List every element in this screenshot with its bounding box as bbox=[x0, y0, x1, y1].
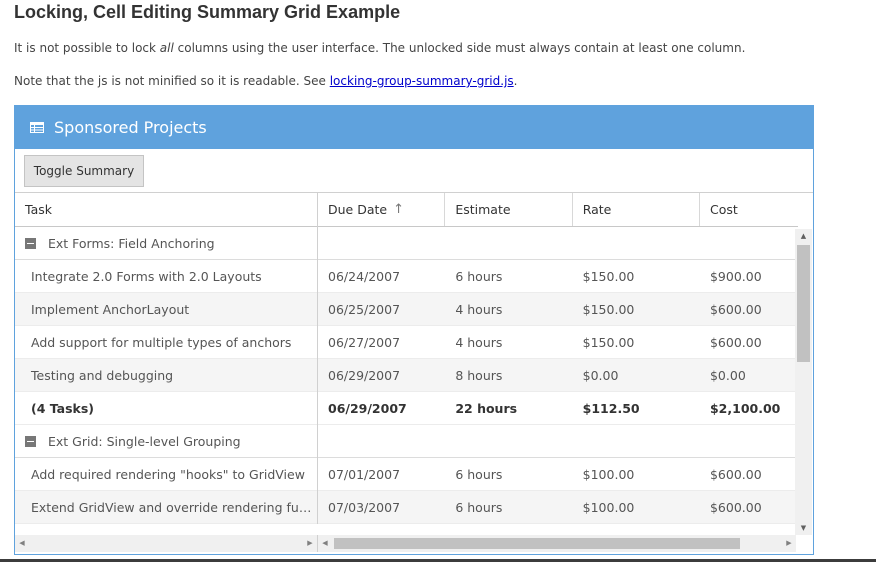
table-row[interactable]: Add required rendering "hooks" to GridVi… bbox=[15, 458, 317, 491]
grid-icon bbox=[30, 122, 44, 133]
table-row[interactable]: 07/03/2007 6 hours $100.00 $600.00 bbox=[318, 491, 798, 524]
estimate-cell[interactable]: 4 hours bbox=[445, 335, 572, 350]
toggle-summary-button[interactable]: Toggle Summary bbox=[24, 155, 144, 187]
group-header-ext-grid[interactable]: Ext Grid: Single-level Grouping bbox=[15, 425, 317, 458]
task-cell[interactable]: Add support for multiple types of anchor… bbox=[15, 335, 317, 350]
scroll-right-icon[interactable]: ▶ bbox=[303, 535, 317, 552]
task-cell[interactable]: Implement AnchorLayout bbox=[15, 302, 317, 317]
task-cell[interactable]: Testing and debugging bbox=[15, 368, 317, 383]
panel-title: Sponsored Projects bbox=[54, 118, 207, 137]
vertical-scrollbar[interactable]: ▲ ▼ bbox=[795, 229, 812, 535]
column-header-cost[interactable]: Cost bbox=[700, 193, 798, 226]
cost-cell: $600.00 bbox=[709, 499, 762, 515]
column-header-rate[interactable]: Rate bbox=[573, 193, 701, 226]
summary-row: (4 Tasks) bbox=[15, 392, 317, 425]
scrollable-columns: Due Date ↑ Estimate Rate Cost 06/24/2007 … bbox=[318, 193, 798, 524]
source-file-link[interactable]: locking-group-summary-grid.js bbox=[330, 74, 514, 88]
horizontal-scrollbar[interactable]: ◀ ▶ bbox=[318, 535, 796, 552]
description-source: Note that the js is not minified so it i… bbox=[14, 74, 518, 88]
scroll-left-icon[interactable]: ◀ bbox=[15, 535, 29, 552]
cost-cell: $0.00 bbox=[709, 367, 746, 383]
description-lock: It is not possible to lock all columns u… bbox=[14, 41, 746, 55]
due-date-cell[interactable]: 06/29/2007 bbox=[318, 368, 445, 383]
estimate-cell[interactable]: 8 hours bbox=[445, 368, 572, 383]
estimate-cell[interactable]: 6 hours bbox=[445, 269, 572, 284]
column-header-task[interactable]: Task bbox=[15, 193, 317, 226]
table-row[interactable]: 06/25/2007 4 hours $150.00 $600.00 bbox=[318, 293, 798, 326]
scroll-up-icon[interactable]: ▲ bbox=[795, 229, 812, 243]
group-header-ext-forms[interactable]: Ext Forms: Field Anchoring bbox=[15, 227, 317, 260]
table-row[interactable]: 07/01/2007 6 hours $100.00 $600.00 bbox=[318, 458, 798, 491]
grid-toolbar: Toggle Summary bbox=[15, 149, 813, 193]
panel-header: Sponsored Projects bbox=[15, 106, 813, 149]
due-date-cell[interactable]: 06/27/2007 bbox=[318, 335, 445, 350]
table-row[interactable]: Integrate 2.0 Forms with 2.0 Layouts bbox=[15, 260, 317, 293]
group-name: Ext Grid: Single-level Grouping bbox=[48, 433, 241, 449]
rate-cell[interactable]: $100.00 bbox=[573, 467, 700, 482]
estimate-cell[interactable]: 6 hours bbox=[445, 500, 572, 515]
page-title: Locking, Cell Editing Summary Grid Examp… bbox=[14, 2, 401, 22]
rate-cell[interactable]: $0.00 bbox=[573, 368, 700, 383]
estimate-cell[interactable]: 4 hours bbox=[445, 302, 572, 317]
summary-due-date: 06/29/2007 bbox=[328, 400, 407, 416]
scroll-down-icon[interactable]: ▼ bbox=[795, 521, 812, 535]
summary-rate: $112.50 bbox=[582, 400, 640, 416]
due-date-cell[interactable]: 07/01/2007 bbox=[318, 467, 445, 482]
scroll-right-icon[interactable]: ▶ bbox=[782, 535, 796, 552]
group-name: Ext Forms: Field Anchoring bbox=[48, 235, 215, 251]
summary-estimate: 22 hours bbox=[455, 400, 518, 416]
table-row[interactable]: 06/24/2007 6 hours $150.00 $900.00 bbox=[318, 260, 798, 293]
vertical-scroll-thumb[interactable] bbox=[797, 245, 810, 362]
cost-cell: $600.00 bbox=[709, 334, 762, 350]
task-cell[interactable]: Add required rendering "hooks" to GridVi… bbox=[15, 467, 317, 482]
table-row[interactable]: Testing and debugging bbox=[15, 359, 317, 392]
due-date-cell[interactable]: 07/03/2007 bbox=[318, 500, 445, 515]
group-header-row bbox=[318, 227, 798, 260]
summary-task-cell: (4 Tasks) bbox=[31, 400, 95, 416]
sort-ascending-icon: ↑ bbox=[393, 202, 404, 217]
column-header-due-date[interactable]: Due Date ↑ bbox=[318, 193, 446, 226]
scroll-left-icon[interactable]: ◀ bbox=[318, 535, 332, 552]
locked-columns: Task Ext Forms: Field Anchoring Integrat… bbox=[15, 193, 318, 524]
summary-cost: $2,100.00 bbox=[709, 400, 781, 416]
task-cell[interactable]: Extend GridView and override rendering f… bbox=[15, 500, 317, 515]
table-row[interactable]: Extend GridView and override rendering f… bbox=[15, 491, 317, 524]
table-row[interactable]: Add support for multiple types of anchor… bbox=[15, 326, 317, 359]
rate-cell[interactable]: $100.00 bbox=[573, 500, 700, 515]
locked-horizontal-scrollbar[interactable]: ◀ ▶ bbox=[15, 535, 318, 552]
horizontal-scroll-thumb[interactable] bbox=[334, 538, 740, 549]
due-date-cell[interactable]: 06/25/2007 bbox=[318, 302, 445, 317]
table-row[interactable]: 06/27/2007 4 hours $150.00 $600.00 bbox=[318, 326, 798, 359]
rate-cell[interactable]: $150.00 bbox=[573, 269, 700, 284]
sponsored-projects-grid: Sponsored Projects Toggle Summary Task E… bbox=[14, 105, 814, 555]
cost-cell: $600.00 bbox=[709, 466, 762, 482]
group-header-row bbox=[318, 425, 798, 458]
cost-cell: $900.00 bbox=[709, 268, 762, 284]
due-date-cell[interactable]: 06/24/2007 bbox=[318, 269, 445, 284]
table-row[interactable]: Implement AnchorLayout bbox=[15, 293, 317, 326]
estimate-cell[interactable]: 6 hours bbox=[445, 467, 572, 482]
column-header-estimate[interactable]: Estimate bbox=[445, 193, 573, 226]
rate-cell[interactable]: $150.00 bbox=[573, 302, 700, 317]
collapse-icon[interactable] bbox=[25, 237, 36, 249]
rate-cell[interactable]: $150.00 bbox=[573, 335, 700, 350]
collapse-icon[interactable] bbox=[25, 435, 36, 447]
task-cell[interactable]: Integrate 2.0 Forms with 2.0 Layouts bbox=[15, 269, 317, 284]
summary-row: 06/29/2007 22 hours $112.50 $2,100.00 bbox=[318, 392, 798, 425]
table-row[interactable]: 06/29/2007 8 hours $0.00 $0.00 bbox=[318, 359, 798, 392]
cost-cell: $600.00 bbox=[709, 301, 762, 317]
